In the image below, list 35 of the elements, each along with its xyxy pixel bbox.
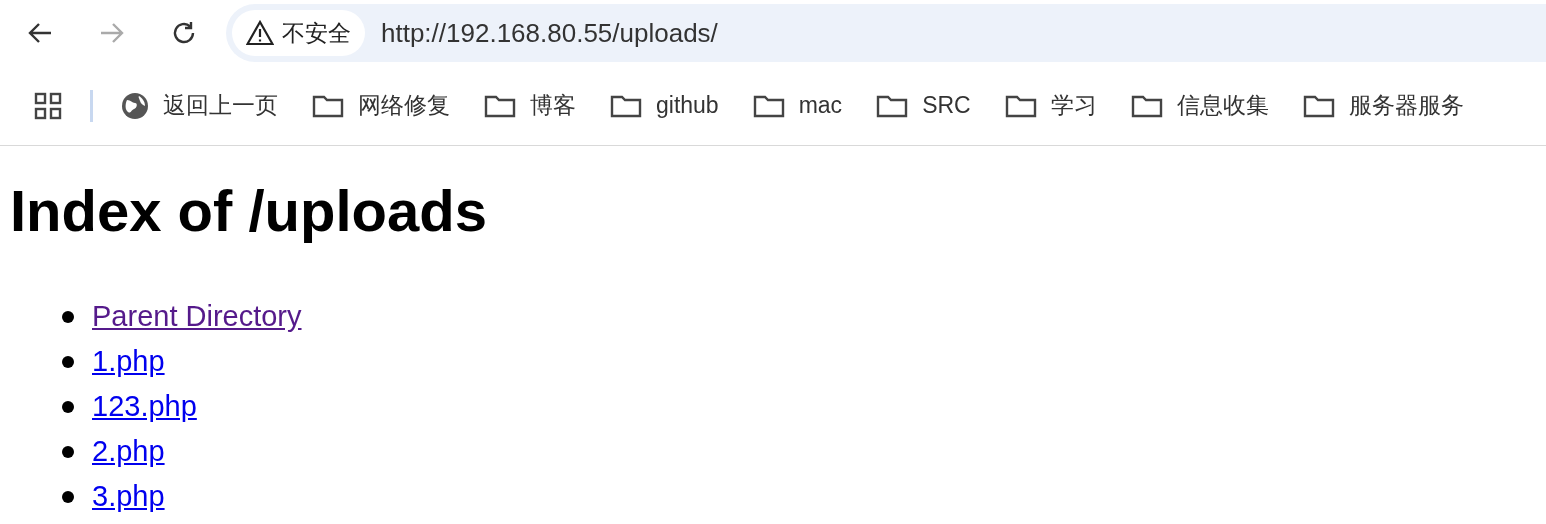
bookmark-link[interactable]: mac [798, 88, 843, 123]
globe-icon [121, 91, 149, 120]
bookmark-link[interactable]: github [656, 88, 719, 123]
bookmark-link[interactable]: SRC [922, 88, 971, 123]
folder-icon [312, 93, 344, 118]
security-chip[interactable]: 不安全 [232, 10, 365, 56]
file-link[interactable]: 1.php [92, 339, 165, 384]
bullet-icon [62, 400, 74, 413]
folder-icon [610, 93, 642, 118]
file-link[interactable]: 3.php [92, 474, 165, 519]
bookmark-link[interactable]: 信息收集 [1176, 88, 1269, 123]
bookmark-link[interactable]: 网络修复 [358, 88, 450, 123]
file-link[interactable]: 123.php [92, 384, 197, 429]
bookmark-link[interactable]: 返回上一页 [163, 88, 278, 123]
folder-icon [1004, 93, 1037, 118]
folder-icon [1302, 93, 1335, 118]
url-text: http://192.168.80.55/uploads/ [381, 16, 718, 50]
bookmark-link[interactable]: 博客 [530, 88, 576, 123]
warning-icon [246, 20, 274, 46]
file-link[interactable]: Parent Directory [92, 294, 302, 339]
security-label: 不安全 [282, 18, 351, 48]
bookmark-link[interactable]: 服务器服务 [1348, 88, 1464, 123]
folder-icon [484, 93, 516, 118]
bookmark-link[interactable]: 学习 [1050, 88, 1097, 123]
apps-icon[interactable] [34, 91, 62, 120]
page-heading: Index of /uploads [10, 177, 487, 245]
folder-icon [1130, 93, 1163, 118]
address-bar[interactable]: 不安全 http://192.168.80.55/uploads/ [226, 4, 1546, 62]
bullet-icon [62, 355, 74, 368]
folder-icon [876, 93, 909, 118]
folder-icon [752, 93, 785, 118]
bullet-icon [62, 310, 74, 323]
bullet-icon [62, 490, 74, 503]
bullet-icon [62, 445, 74, 458]
file-link[interactable]: 2.php [92, 429, 165, 474]
